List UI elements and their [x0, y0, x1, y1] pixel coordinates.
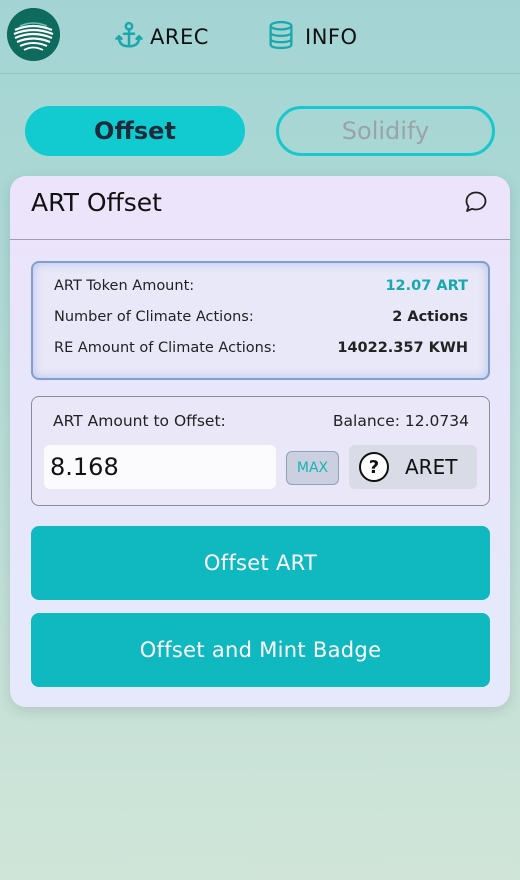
- token-amount-label: ART Token Amount:: [54, 278, 195, 294]
- question-circle-icon: ?: [359, 452, 389, 482]
- info-row-token-amount: ART Token Amount: 12.07 ART: [54, 276, 468, 296]
- token-amount-value: 12.07 ART: [385, 278, 468, 294]
- nav-info[interactable]: INFO: [267, 20, 358, 54]
- offset-amount-panel: ART Amount to Offset: Balance: 12.0734 M…: [31, 396, 490, 506]
- nav-arec[interactable]: AREC: [114, 20, 209, 54]
- card-title: ART Offset: [31, 188, 162, 217]
- top-nav-bar: AREC INFO: [0, 0, 520, 74]
- database-icon: [267, 20, 305, 55]
- offset-art-button[interactable]: Offset ART: [31, 526, 490, 600]
- token-label: ARET: [405, 455, 458, 479]
- info-row-climate-actions: Number of Climate Actions: 2 Actions: [54, 307, 468, 327]
- offset-mint-badge-button[interactable]: Offset and Mint Badge: [31, 613, 490, 687]
- tab-offset[interactable]: Offset: [25, 106, 245, 156]
- balance-label: Balance: 12.0734: [332, 412, 469, 430]
- token-info-panel: ART Token Amount: 12.07 ART Number of Cl…: [31, 261, 490, 380]
- offset-amount-label: ART Amount to Offset:: [53, 412, 226, 430]
- chat-icon[interactable]: [464, 190, 488, 218]
- card-divider: [10, 239, 510, 240]
- token-selector[interactable]: ? ARET: [349, 445, 477, 489]
- max-button[interactable]: MAX: [286, 451, 339, 485]
- arec-logo-icon[interactable]: [7, 8, 60, 61]
- info-row-re-amount: RE Amount of Climate Actions: 14022.357 …: [54, 338, 468, 358]
- nav-arec-label: AREC: [150, 25, 209, 49]
- art-offset-card: ART Offset ART Token Amount: 12.07 ART N…: [10, 176, 510, 707]
- tab-solidify[interactable]: Solidify: [276, 106, 495, 156]
- nav-info-label: INFO: [305, 25, 358, 49]
- climate-actions-label: Number of Climate Actions:: [54, 309, 254, 325]
- anchor-icon: [114, 20, 150, 55]
- climate-actions-value: 2 Actions: [392, 309, 468, 325]
- re-amount-label: RE Amount of Climate Actions:: [54, 340, 277, 356]
- offset-amount-input[interactable]: [44, 445, 276, 489]
- re-amount-value: 14022.357 KWH: [337, 340, 468, 356]
